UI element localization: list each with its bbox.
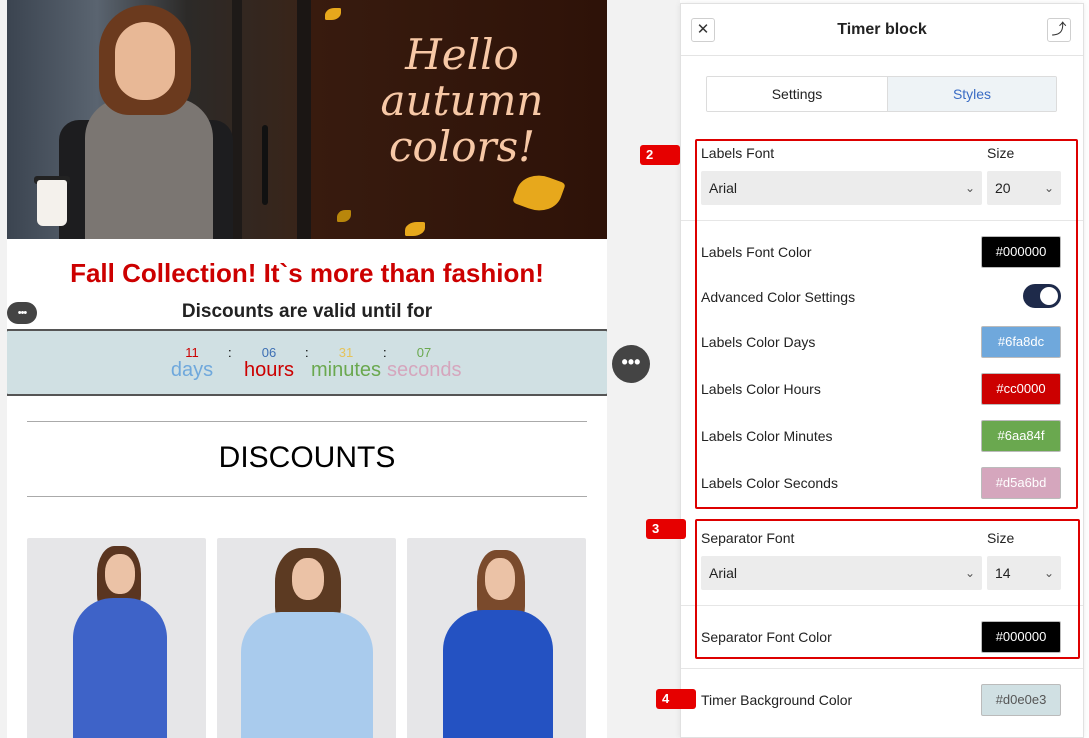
timer-days: 11 days xyxy=(170,345,214,380)
timer-hours-label: hours xyxy=(244,359,295,381)
annotation-badge-2: 2 xyxy=(640,145,680,165)
product-image xyxy=(241,612,373,738)
timer-days-value: 11 xyxy=(185,345,199,360)
divider-top xyxy=(27,421,587,422)
product-image xyxy=(73,598,167,738)
leaf-decoration xyxy=(405,222,425,236)
product-card[interactable] xyxy=(27,538,206,738)
drag-handle-icon[interactable]: ••• xyxy=(7,302,37,324)
tab-styles[interactable]: Styles xyxy=(888,77,1056,111)
timer-hours-value: 06 xyxy=(261,345,277,360)
highlight-box-separator xyxy=(695,519,1080,659)
timer-minutes-label: minutes xyxy=(311,359,382,381)
timer-bg-color-swatch[interactable]: #d0e0e3 xyxy=(981,684,1061,716)
product-card[interactable] xyxy=(217,538,396,738)
timer-hours: 06 hours xyxy=(244,345,294,380)
timer-separator: : xyxy=(228,345,232,360)
leaf-decoration xyxy=(512,168,566,218)
more-options-icon[interactable]: ••• xyxy=(612,345,650,383)
panel-title: Timer block xyxy=(837,21,927,38)
tab-settings[interactable]: Settings xyxy=(707,77,888,111)
timer-minutes-value: 31 xyxy=(338,345,354,360)
hero-banner-image[interactable]: Hello autumn colors! xyxy=(7,0,607,239)
annotation-badge-4: 4 xyxy=(656,689,696,709)
hero-woman xyxy=(85,98,213,239)
timer-seconds-label: seconds xyxy=(387,359,462,381)
hero-title-line2: autumn xyxy=(380,76,544,125)
highlight-box-labels xyxy=(695,139,1078,509)
hero-title: Hello autumn colors! xyxy=(372,32,552,170)
coffee-cup xyxy=(37,180,67,226)
divider-bottom xyxy=(27,496,587,497)
subheadline[interactable]: Discounts are valid until for xyxy=(7,301,607,323)
email-preview: Hello autumn colors! Fall Collection! It… xyxy=(7,0,607,738)
leaf-decoration xyxy=(325,8,341,20)
timer-separator: : xyxy=(305,345,309,360)
editor-canvas: Hello autumn colors! Fall Collection! It… xyxy=(0,0,680,738)
hero-title-line1: Hello xyxy=(405,30,519,79)
headline[interactable]: Fall Collection! It`s more than fashion! xyxy=(7,258,607,289)
leaf-decoration xyxy=(337,210,351,222)
timer-bg-color-label: Timer Background Color xyxy=(701,692,853,708)
product-image xyxy=(443,610,553,738)
timer-minutes: 31 minutes xyxy=(311,345,381,380)
panel-tabs: Settings Styles xyxy=(706,76,1057,112)
timer-seconds: 07 seconds xyxy=(387,345,462,381)
panel-header: ✕ Timer block ⤴ xyxy=(681,4,1083,56)
product-card[interactable] xyxy=(407,538,586,738)
section-title[interactable]: DISCOUNTS xyxy=(7,441,607,475)
hero-title-line3: colors! xyxy=(388,122,536,171)
annotation-badge-3: 3 xyxy=(646,519,686,539)
timer-seconds-value: 07 xyxy=(416,345,432,360)
timer-days-label: days xyxy=(170,359,214,381)
timer-block[interactable]: 11 days : 06 hours : 31 minutes : 07 sec… xyxy=(7,329,607,396)
move-icon[interactable]: ⤴ xyxy=(1047,18,1071,42)
